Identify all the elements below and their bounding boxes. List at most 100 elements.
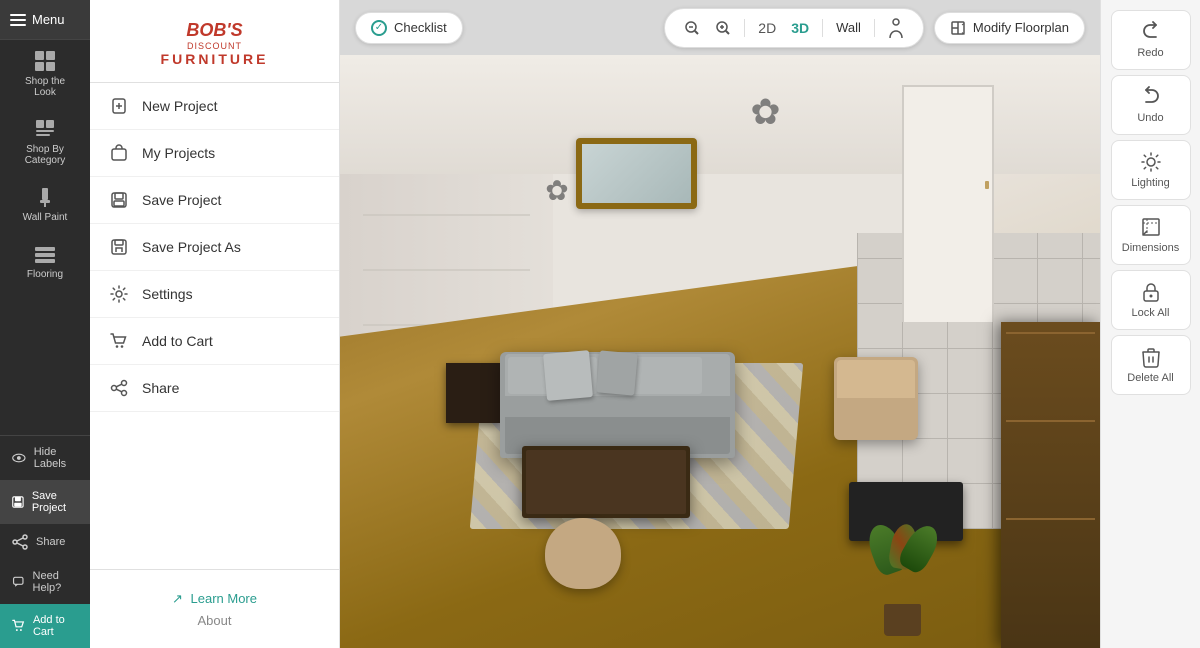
learn-more-link[interactable]: ↗ Learn More — [172, 591, 257, 606]
about-label: About — [110, 613, 319, 628]
share-menu-item[interactable]: Share — [90, 365, 339, 412]
side-table — [446, 363, 499, 422]
new-project-menu-item[interactable]: New Project — [90, 83, 339, 130]
zoom-out-icon — [684, 20, 700, 36]
sidebar: Menu Shop the Look Shop By Category Wall… — [0, 0, 90, 648]
hide-labels-button[interactable]: Hide Labels — [0, 436, 90, 480]
redo-label: Redo — [1137, 47, 1163, 59]
top-bar: ✓ Checklist — [340, 0, 1100, 55]
divider-2 — [822, 19, 823, 37]
dimensions-label: Dimensions — [1122, 242, 1179, 254]
plant — [872, 529, 933, 636]
add-to-cart-bottom-button[interactable]: Add to Cart — [0, 604, 90, 648]
paint-icon — [34, 186, 56, 208]
person-view-button[interactable] — [883, 15, 909, 41]
wall-label: Wall — [836, 20, 861, 35]
logo-furniture: FURNITURE — [110, 51, 319, 67]
my-projects-menu-item[interactable]: My Projects — [90, 130, 339, 177]
cart-icon — [12, 618, 25, 634]
room-canvas[interactable]: ✿ ✿ — [340, 55, 1100, 648]
eye-icon — [12, 452, 26, 464]
undo-label: Undo — [1137, 112, 1163, 124]
category-icon — [34, 118, 56, 140]
sidebar-bottom: Hide Labels Save Project Share — [0, 435, 90, 648]
redo-button[interactable]: Redo — [1111, 10, 1191, 70]
redo-icon — [1140, 21, 1162, 43]
new-project-icon — [110, 97, 128, 115]
menu-button[interactable]: Menu — [0, 0, 90, 40]
dropdown-panel: BOB'S DISCOUNT FURNITURE New Project My … — [90, 0, 340, 648]
need-help-label: Need Help? — [33, 570, 78, 594]
save-as-icon — [110, 238, 128, 256]
view-2d-button[interactable]: 2D — [753, 17, 781, 39]
view-controls: 2D 3D Wall — [664, 8, 924, 48]
wall-mirror — [576, 138, 698, 209]
sidebar-item-flooring[interactable]: Flooring — [0, 233, 90, 290]
sidebar-item-shop-look[interactable]: Shop the Look — [0, 40, 90, 108]
save-project-as-menu-item[interactable]: Save Project As — [90, 224, 339, 271]
share-menu-icon — [110, 379, 128, 397]
add-to-cart-label: Add to Cart — [142, 333, 213, 349]
need-help-button[interactable]: Need Help? — [0, 560, 90, 604]
zoom-out-button[interactable] — [679, 17, 705, 39]
delete-all-button[interactable]: Delete All — [1111, 335, 1191, 395]
save-project-as-label: Save Project As — [142, 239, 241, 255]
lock-icon — [1140, 281, 1162, 303]
share-bottom-button[interactable]: Share — [0, 524, 90, 560]
zoom-in-button[interactable] — [710, 17, 736, 39]
wall-decor-flowers: ✿ — [750, 91, 780, 133]
add-to-cart-menu-item[interactable]: Add to Cart — [90, 318, 339, 365]
zoom-in-icon — [715, 20, 731, 36]
settings-icon — [110, 285, 128, 303]
undo-button[interactable]: Undo — [1111, 75, 1191, 135]
checklist-icon: ✓ — [371, 20, 387, 36]
right-panel: Redo Undo Lighting Dimensions Lock All — [1100, 0, 1200, 648]
save-icon — [12, 494, 24, 510]
modify-floorplan-button[interactable]: Modify Floorplan — [934, 12, 1085, 44]
new-project-label: New Project — [142, 98, 217, 114]
wall-button[interactable]: Wall — [831, 17, 866, 38]
save-project-label: Save Project — [142, 192, 221, 208]
sidebar-item-wall-paint-label: Wall Paint — [23, 212, 68, 223]
view-3d-button[interactable]: 3D — [786, 17, 814, 39]
floorplan-icon — [950, 20, 966, 36]
flooring-icon — [34, 243, 56, 265]
sofa-pillow-1 — [543, 350, 593, 401]
coffee-table — [522, 446, 689, 517]
sidebar-item-shop-category[interactable]: Shop By Category — [0, 108, 90, 176]
lighting-button[interactable]: Lighting — [1111, 140, 1191, 200]
lock-all-button[interactable]: Lock All — [1111, 270, 1191, 330]
add-to-cart-bottom-label: Add to Cart — [33, 614, 78, 638]
divider-3 — [874, 19, 875, 37]
delete-all-label: Delete All — [1127, 372, 1173, 384]
dimensions-icon — [1140, 216, 1162, 238]
checklist-button[interactable]: ✓ Checklist — [355, 12, 463, 44]
wall-decor-flowers-2: ✿ — [545, 174, 568, 207]
sofa-pillow-2 — [597, 350, 638, 395]
my-projects-icon — [110, 144, 128, 162]
pink-ottoman — [545, 518, 621, 589]
grid-icon — [34, 50, 56, 72]
dimensions-button[interactable]: Dimensions — [1111, 205, 1191, 265]
settings-label: Settings — [142, 286, 193, 302]
undo-icon — [1140, 86, 1162, 108]
share-icon — [12, 534, 28, 550]
sidebar-item-flooring-label: Flooring — [27, 269, 63, 280]
cart-menu-icon — [110, 332, 128, 350]
settings-menu-item[interactable]: Settings — [90, 271, 339, 318]
sidebar-item-shop-look-label: Shop the Look — [25, 76, 65, 98]
save-project-bottom-button[interactable]: Save Project — [0, 480, 90, 524]
delete-icon — [1140, 346, 1162, 368]
help-icon — [12, 574, 25, 590]
person-icon — [888, 18, 904, 38]
menu-label: Menu — [32, 12, 65, 27]
hide-labels-label: Hide Labels — [34, 446, 78, 470]
logo-area: BOB'S DISCOUNT FURNITURE — [90, 0, 339, 83]
view-3d-label: 3D — [791, 20, 809, 36]
room-3d-view[interactable]: ✿ ✿ — [340, 55, 1100, 648]
sidebar-item-wall-paint[interactable]: Wall Paint — [0, 176, 90, 233]
lighting-icon — [1140, 151, 1162, 173]
logo-bobs: BOB'S — [186, 20, 242, 40]
save-project-icon — [110, 191, 128, 209]
save-project-menu-item[interactable]: Save Project — [90, 177, 339, 224]
